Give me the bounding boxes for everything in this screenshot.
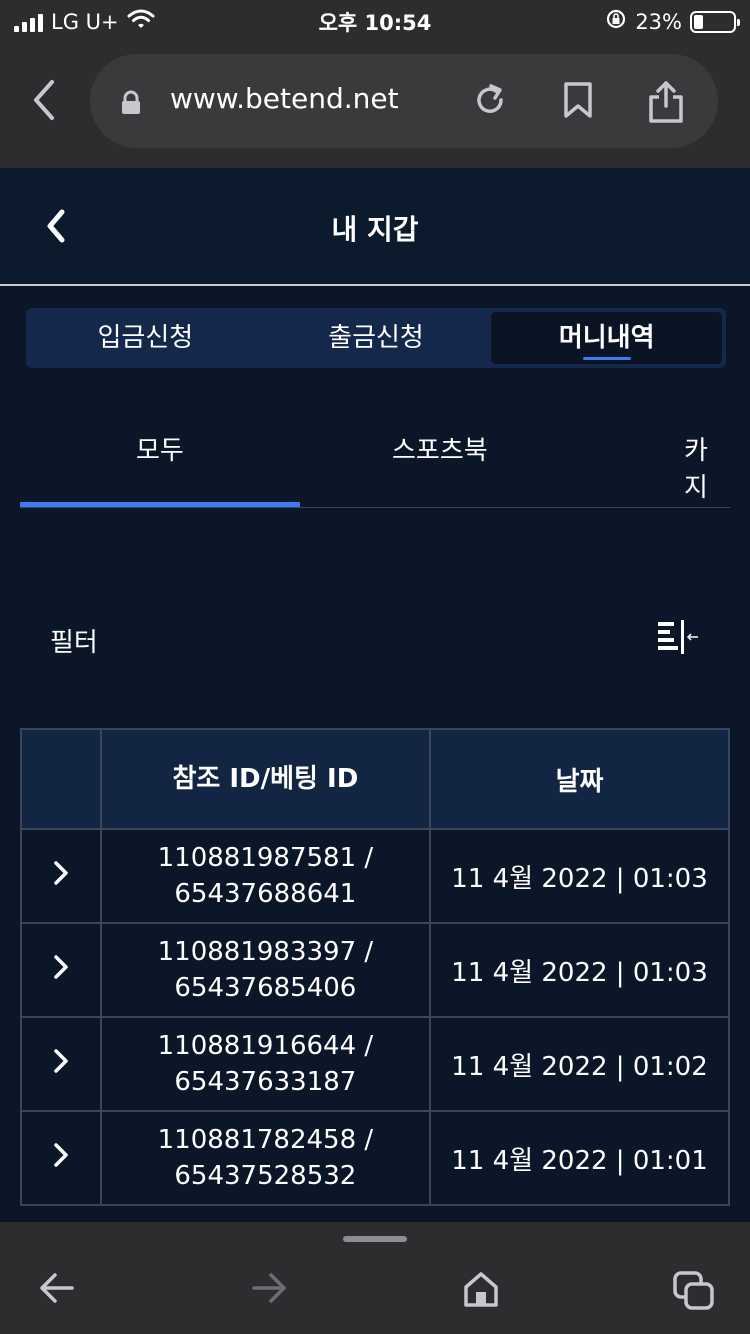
reference-cell: 110881916644 / 65437633187 [99,1016,432,1112]
rotation-lock-icon [605,8,627,35]
money-history-table: 참조 ID/베팅 ID 날짜 110881987581 / 6543768864… [20,728,730,1206]
arrow-left-icon[interactable] [38,1270,76,1310]
address-bar[interactable]: www.betend.net [90,54,718,148]
browser-back-icon[interactable] [24,76,64,124]
category-tab-all[interactable]: 모두 [136,430,184,467]
bookmark-icon[interactable] [560,80,596,124]
date-cell: 11 4월 2022 | 01:01 [429,1110,730,1206]
table-row[interactable]: 110881782458 / 65437528532 11 4월 2022 | … [20,1110,730,1206]
chevron-right-icon [54,860,68,885]
table-row[interactable]: 110881916644 / 65437633187 11 4월 2022 | … [20,1016,730,1112]
table-row[interactable]: 110881983397 / 65437685406 11 4월 2022 | … [20,922,730,1018]
browser-toolbar [0,1222,750,1334]
page-title: 내 지갑 [331,213,419,246]
reference-cell: 110881782458 / 65437528532 [99,1110,432,1206]
reference-id: 110881983397 / [157,937,374,967]
bet-id: 65437685406 [174,973,357,1003]
tab-money-history[interactable]: 머니내역 [491,312,723,364]
status-right: 23% [605,8,740,35]
reload-icon[interactable] [470,80,510,124]
wallet-tabs: 입금신청 출금신청 머니내역 [26,308,726,368]
category-tab-sportsbook[interactable]: 스포츠북 [392,430,488,467]
battery-percent: 23% [635,9,682,34]
chevron-right-icon [54,1142,68,1167]
lock-icon [120,90,142,120]
home-icon[interactable] [462,1270,500,1312]
table-row[interactable]: 110881987581 / 65437688641 11 4월 2022 | … [20,828,730,924]
table-header-row: 참조 ID/베팅 ID 날짜 [20,728,730,830]
browser-bar: www.betend.net [0,44,750,168]
expand-row-button[interactable] [20,828,102,924]
battery-icon [690,10,740,33]
bet-id: 65437688641 [174,879,357,909]
chevron-right-icon [54,954,68,979]
filter-label: 필터 [50,628,98,658]
filter-toggle-icon[interactable] [656,620,700,660]
bet-id: 65437633187 [174,1067,357,1097]
chevron-right-icon [54,1048,68,1073]
date-cell: 11 4월 2022 | 01:03 [429,922,730,1018]
table-header-reference: 참조 ID/베팅 ID [99,728,432,830]
category-tab-casino[interactable]: 카지 [684,430,730,504]
reference-id: 110881782458 / [157,1125,374,1155]
app-header: 내 지갑 [0,168,750,286]
date-cell: 11 4월 2022 | 01:02 [429,1016,730,1112]
reference-id: 110881987581 / [157,843,374,873]
expand-row-button[interactable] [20,1016,102,1112]
tab-deposit-request[interactable]: 입금신청 [30,312,261,364]
status-bar: LG U+ 오후 10:54 23% [0,0,750,44]
table-header-expand [20,728,102,830]
share-icon[interactable] [646,80,686,128]
active-tab-indicator [20,502,300,507]
reference-cell: 110881987581 / 65437688641 [99,828,432,924]
bet-id: 65437528532 [174,1161,357,1191]
arrow-right-icon[interactable] [250,1270,288,1310]
tab-withdraw-request[interactable]: 출금신청 [261,312,492,364]
expand-row-button[interactable] [20,922,102,1018]
tabs-icon[interactable] [672,1270,716,1316]
category-tabs: 모두 스포츠북 카지 [20,410,730,508]
table-header-date: 날짜 [429,728,730,830]
toolbar-handle[interactable] [343,1236,407,1242]
expand-row-button[interactable] [20,1110,102,1206]
url-text[interactable]: www.betend.net [170,82,399,115]
reference-cell: 110881983397 / 65437685406 [99,922,432,1018]
reference-id: 110881916644 / [157,1031,374,1061]
date-cell: 11 4월 2022 | 01:03 [429,828,730,924]
